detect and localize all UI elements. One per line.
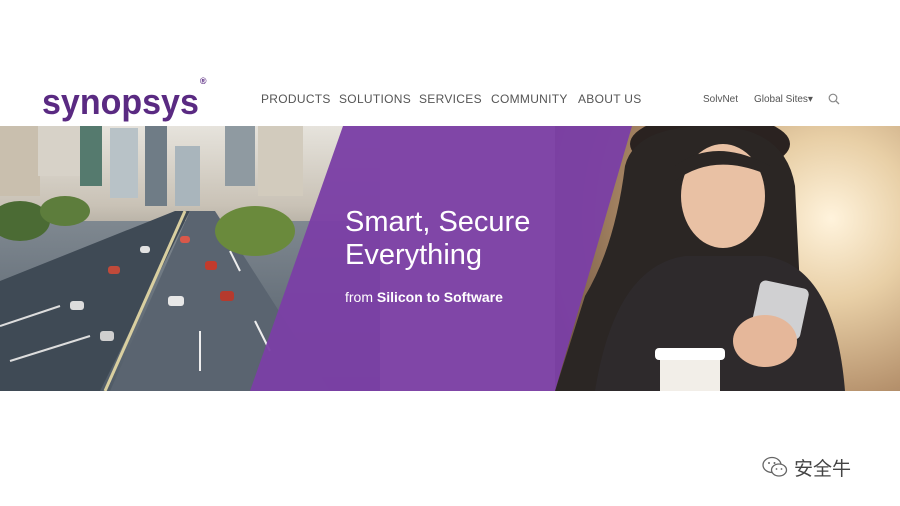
hero-title-line1: Smart, Secure <box>345 206 531 238</box>
global-sites-dropdown[interactable]: Global Sites▾ <box>754 94 813 105</box>
hero-title-line2: Everything <box>345 239 483 271</box>
site-header: synopsys® PRODUCTS SOLUTIONS SERVICES CO… <box>0 0 900 126</box>
nav-about-us[interactable]: ABOUT US <box>578 92 642 106</box>
nav-services[interactable]: SERVICES <box>419 92 482 106</box>
wechat-icon <box>762 456 788 477</box>
registered-mark: ® <box>199 75 207 87</box>
nav-community[interactable]: COMMUNITY <box>491 92 568 106</box>
hero-subtitle: from Silicon to Software <box>345 289 503 305</box>
nav-products[interactable]: PRODUCTS <box>261 92 331 106</box>
hero-banner[interactable]: Smart, Secure Everything from Silicon to… <box>0 126 900 391</box>
hero-title: Smart, Secure Everything <box>345 206 530 272</box>
search-icon[interactable] <box>828 93 840 105</box>
hero-subtitle-prefix: from <box>345 289 377 305</box>
hero-subtitle-bold: Silicon to Software <box>376 289 503 305</box>
nav-solutions[interactable]: SOLUTIONS <box>339 92 411 106</box>
solvnet-link[interactable]: SolvNet <box>703 94 738 105</box>
watermark: 安全牛 <box>762 455 852 480</box>
watermark-text: 安全牛 <box>794 457 852 480</box>
